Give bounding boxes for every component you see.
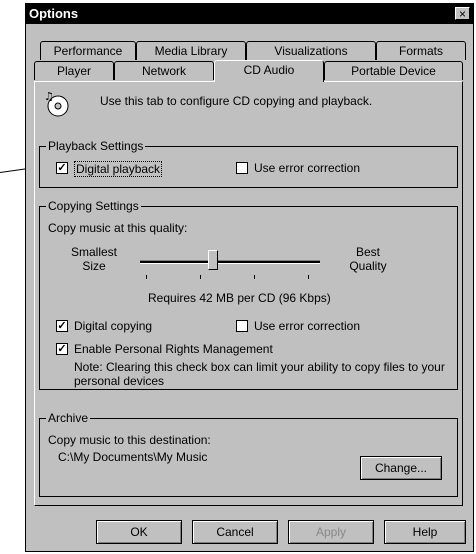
playback-error-correction-label[interactable]: Use error correction: [254, 161, 360, 175]
svg-text:♫: ♫: [44, 90, 54, 103]
tab-portable-device[interactable]: Portable Device: [324, 61, 463, 80]
close-icon: ×: [458, 7, 466, 21]
slider-tick: [254, 275, 255, 279]
check-mark-icon: ✓: [57, 320, 67, 332]
tab-label: Network: [141, 64, 186, 78]
copying-settings-group: Copying Settings Copy music at this qual…: [39, 199, 458, 390]
help-button[interactable]: Help: [384, 520, 466, 544]
tab-label: Media Library: [154, 44, 228, 58]
tab-label: CD Audio: [243, 63, 295, 77]
quality-slider[interactable]: [140, 247, 320, 281]
slider-tick: [308, 275, 309, 279]
tab-media-library[interactable]: Media Library: [136, 41, 246, 60]
playback-error-correction-checkbox[interactable]: [236, 162, 248, 174]
archive-legend: Archive: [46, 411, 91, 425]
prm-note: Note: Clearing this check box can limit …: [74, 360, 445, 388]
copying-error-correction-checkbox[interactable]: [236, 320, 248, 332]
tab-description: Use this tab to configure CD copying and…: [100, 94, 373, 108]
tab-label: Visualizations: [274, 44, 348, 58]
tab-performance[interactable]: Performance: [40, 41, 136, 60]
cd-music-icon: ♫: [43, 90, 71, 118]
change-button[interactable]: Change...: [360, 456, 442, 480]
slider-max-label: Best Quality: [349, 245, 387, 273]
tab-label: Portable Device: [351, 64, 436, 78]
tab-visualizations[interactable]: Visualizations: [246, 41, 376, 60]
window-title: Options: [29, 6, 79, 21]
tab-label: Performance: [53, 44, 123, 58]
playback-settings-group: Playback Settings ✓ Digital playback Use…: [39, 139, 458, 188]
digital-copying-label[interactable]: Digital copying: [74, 319, 152, 333]
options-dialog: Options × Performance Media Library Visu…: [25, 3, 474, 552]
copying-settings-legend: Copying Settings: [46, 199, 141, 213]
quality-label: Copy music at this quality:: [48, 221, 188, 235]
tab-network[interactable]: Network: [114, 61, 214, 80]
prm-checkbox[interactable]: ✓: [56, 343, 68, 355]
archive-group: Archive Copy music to this destination: …: [39, 411, 458, 497]
ok-button[interactable]: OK: [96, 520, 182, 544]
digital-copying-checkbox[interactable]: ✓: [56, 320, 68, 332]
destination-label: Copy music to this destination:: [48, 433, 211, 447]
title-bar: Options ×: [26, 4, 473, 24]
digital-playback-checkbox[interactable]: ✓: [56, 162, 68, 174]
digital-playback-label[interactable]: Digital playback: [74, 161, 163, 177]
apply-button[interactable]: Apply: [288, 520, 374, 544]
slider-thumb[interactable]: [208, 250, 218, 270]
cancel-button[interactable]: Cancel: [192, 520, 278, 544]
cd-audio-panel: ♫ Use this tab to configure CD copying a…: [34, 81, 463, 506]
playback-settings-legend: Playback Settings: [46, 139, 146, 153]
tab-cd-audio[interactable]: CD Audio: [214, 60, 324, 82]
slider-track: [140, 260, 320, 264]
size-requirement: Requires 42 MB per CD (96 Kbps): [148, 291, 331, 305]
tab-label: Player: [56, 64, 91, 78]
tab-player[interactable]: Player: [34, 61, 114, 80]
slider-min-label: Smallest Size: [70, 245, 117, 273]
slider-tick: [200, 275, 201, 279]
slider-tick: [146, 275, 147, 279]
close-button[interactable]: ×: [455, 7, 470, 20]
prm-label[interactable]: Enable Personal Rights Management: [74, 342, 273, 356]
tab-formats[interactable]: Formats: [376, 41, 466, 60]
check-mark-icon: ✓: [57, 162, 67, 174]
tab-label: Formats: [398, 44, 443, 58]
copying-error-correction-label[interactable]: Use error correction: [254, 319, 360, 333]
destination-path: C:\My Documents\My Music: [58, 450, 208, 464]
check-mark-icon: ✓: [57, 343, 67, 355]
